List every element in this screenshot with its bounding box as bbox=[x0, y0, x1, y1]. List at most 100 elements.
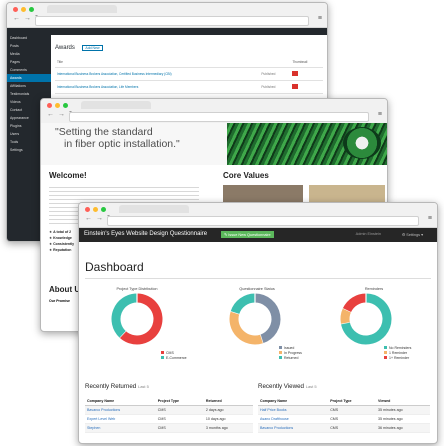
menu-icon[interactable]: ≡ bbox=[318, 15, 322, 22]
browser-chrome: ← → ↻ ≡ bbox=[41, 99, 387, 124]
admin-bar bbox=[7, 28, 327, 35]
recently-viewed-table: Company Name Project Type Viewed Half Pr… bbox=[258, 397, 430, 433]
table-row: International Business Brokers Associati… bbox=[55, 67, 323, 81]
address-bar[interactable] bbox=[35, 16, 309, 26]
recently-viewed-heading: Recently Viewed Last 5 bbox=[258, 383, 317, 390]
column-header[interactable]: Title bbox=[55, 57, 260, 68]
column-header: Returned bbox=[203, 397, 253, 406]
bullet-list: ★ A total of 2 ★ Knowledge ★ Consistentl… bbox=[49, 229, 74, 253]
legend-item: E-Commerce bbox=[161, 356, 187, 361]
sidebar-item[interactable]: Affiliations bbox=[7, 82, 51, 90]
award-title-link[interactable]: International Business Brokers Associati… bbox=[55, 80, 260, 94]
chart-legend: CMS E-Commerce bbox=[161, 351, 187, 361]
returned-cell: 3 months ago bbox=[203, 423, 253, 433]
donut-segment bbox=[229, 311, 263, 345]
maximize-dot-icon[interactable] bbox=[29, 7, 34, 12]
returned-cell: 2 days ago bbox=[203, 405, 253, 415]
minimize-dot-icon[interactable] bbox=[55, 103, 60, 108]
hero-quote-line: in fiber optic installation." bbox=[64, 138, 180, 150]
sidebar-item[interactable]: Comments bbox=[7, 66, 51, 74]
company-link[interactable]: Stephen bbox=[85, 423, 156, 433]
award-title-link[interactable]: International Business Brokers Associati… bbox=[55, 67, 260, 81]
donut-status bbox=[229, 293, 281, 345]
awards-table: Title Thumbnail International Business B… bbox=[55, 57, 323, 94]
core-values-heading: Core Values bbox=[223, 171, 269, 180]
add-new-button[interactable]: Add New bbox=[82, 45, 103, 51]
donut-segment bbox=[342, 293, 367, 313]
sidebar-item[interactable]: Media bbox=[7, 50, 51, 58]
table-row: Expert Level Web CMS 10 days ago bbox=[85, 414, 253, 424]
menu-icon[interactable]: ≡ bbox=[378, 111, 382, 118]
hero-banner: "Setting the standard in fiber optic ins… bbox=[41, 123, 387, 165]
legend-swatch bbox=[384, 356, 387, 359]
sidebar-item-awards[interactable]: Awards bbox=[7, 74, 51, 82]
pdf-icon bbox=[292, 84, 299, 89]
sidebar-item[interactable]: Testimonials bbox=[7, 90, 51, 98]
table-row: International Business Brokers Associati… bbox=[55, 80, 323, 94]
viewed-cell: 36 minutes ago bbox=[376, 423, 430, 433]
table-row: Bavarco Productions CMS 2 days ago bbox=[85, 405, 253, 415]
donut-segment bbox=[340, 308, 352, 324]
welcome-heading: Welcome! bbox=[49, 171, 87, 180]
legend-swatch bbox=[384, 351, 387, 354]
project-type-cell: CMS bbox=[155, 405, 204, 415]
hero-quote: "Setting the standard in fiber optic ins… bbox=[55, 126, 180, 150]
company-link[interactable]: Asano Drafthouse bbox=[258, 414, 329, 424]
donut-segment bbox=[111, 293, 138, 338]
project-type-cell: CMS bbox=[328, 414, 376, 424]
close-dot-icon[interactable] bbox=[47, 103, 52, 108]
list-item: ★ Reputation bbox=[49, 248, 72, 252]
award-status: Published bbox=[259, 80, 291, 94]
minimize-dot-icon[interactable] bbox=[21, 7, 26, 12]
company-link[interactable]: Expert Level Web bbox=[85, 414, 156, 424]
browser-chrome: ← → ↻ ≡ bbox=[7, 3, 327, 28]
donut-segment bbox=[230, 293, 256, 315]
company-link[interactable]: Half Price Books bbox=[258, 405, 329, 415]
admin-content: Awards Add New Title Thumbnail Internati… bbox=[55, 36, 323, 94]
legend-swatch bbox=[161, 351, 164, 354]
viewed-cell: 35 minutes ago bbox=[376, 405, 430, 415]
window-controls bbox=[13, 7, 34, 12]
legend-swatch bbox=[161, 356, 164, 359]
promise-label: Our Promise bbox=[49, 299, 71, 303]
donut-project-type bbox=[111, 293, 163, 345]
sidebar-item[interactable]: Posts bbox=[7, 42, 51, 50]
close-dot-icon[interactable] bbox=[13, 7, 18, 12]
pdf-icon bbox=[292, 71, 299, 76]
browser-tab[interactable] bbox=[81, 101, 151, 109]
cable-spool-image bbox=[343, 127, 381, 159]
thumbnail bbox=[290, 80, 323, 94]
donut-reminders bbox=[340, 293, 392, 345]
company-link[interactable]: Bavarco Productions bbox=[85, 405, 156, 415]
donut-segment bbox=[254, 293, 281, 344]
chart-legend: No Reminders 1 Reminder 1+ Reminder bbox=[384, 346, 411, 361]
chart-legend: Issued In Progress Returned bbox=[279, 346, 302, 361]
sidebar-item[interactable]: Dashboard bbox=[7, 34, 51, 42]
window-controls bbox=[47, 103, 68, 108]
legend-swatch bbox=[279, 351, 282, 354]
table-row: Bavarco Productions CMS 36 minutes ago bbox=[258, 423, 430, 433]
table-row: Stephen CMS 3 months ago bbox=[85, 423, 253, 433]
address-bar[interactable] bbox=[69, 112, 369, 122]
company-link[interactable]: Bavarco Productions bbox=[258, 423, 329, 433]
project-type-cell: CMS bbox=[328, 405, 376, 415]
legend-item: Returned bbox=[279, 356, 302, 361]
column-header: Company Name bbox=[85, 397, 156, 406]
column-header: Viewed bbox=[376, 397, 430, 406]
table-header: Company Name Project Type Viewed bbox=[258, 397, 430, 406]
hero-quote-line: "Setting the standard bbox=[55, 126, 153, 138]
browser-tab[interactable] bbox=[47, 5, 117, 13]
legend-swatch bbox=[279, 356, 282, 359]
about-heading: About U bbox=[49, 285, 81, 294]
column-header: Company Name bbox=[258, 397, 329, 406]
column-header: Thumbnail bbox=[290, 57, 323, 68]
award-status: Published bbox=[259, 67, 291, 81]
returned-cell: 10 days ago bbox=[203, 414, 253, 424]
maximize-dot-icon[interactable] bbox=[63, 103, 68, 108]
project-type-cell: CMS bbox=[328, 423, 376, 433]
recently-returned-table: Company Name Project Type Returned Bavar… bbox=[85, 397, 253, 433]
recently-returned-heading: Recently Returned Last 5 bbox=[85, 383, 149, 390]
table-header: Company Name Project Type Returned bbox=[85, 397, 253, 406]
sidebar-item[interactable]: Pages bbox=[7, 58, 51, 66]
table-row: Half Price Books CMS 35 minutes ago bbox=[258, 405, 430, 415]
